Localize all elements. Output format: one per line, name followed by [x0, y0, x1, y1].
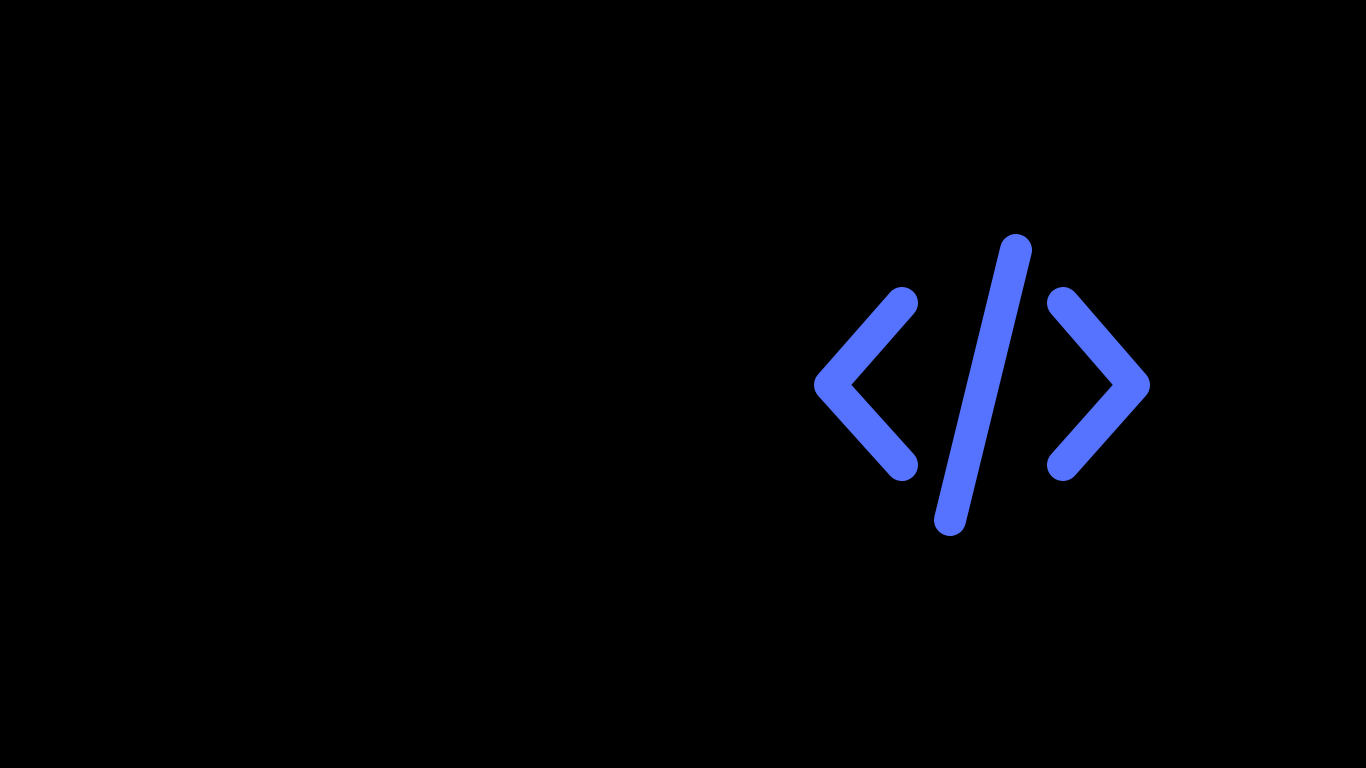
- splash-screen: [0, 0, 1366, 768]
- right-angle-bracket: [1047, 287, 1150, 481]
- code-icon: [800, 220, 1166, 550]
- left-angle-bracket: [814, 287, 918, 481]
- slash-stroke: [934, 234, 1032, 536]
